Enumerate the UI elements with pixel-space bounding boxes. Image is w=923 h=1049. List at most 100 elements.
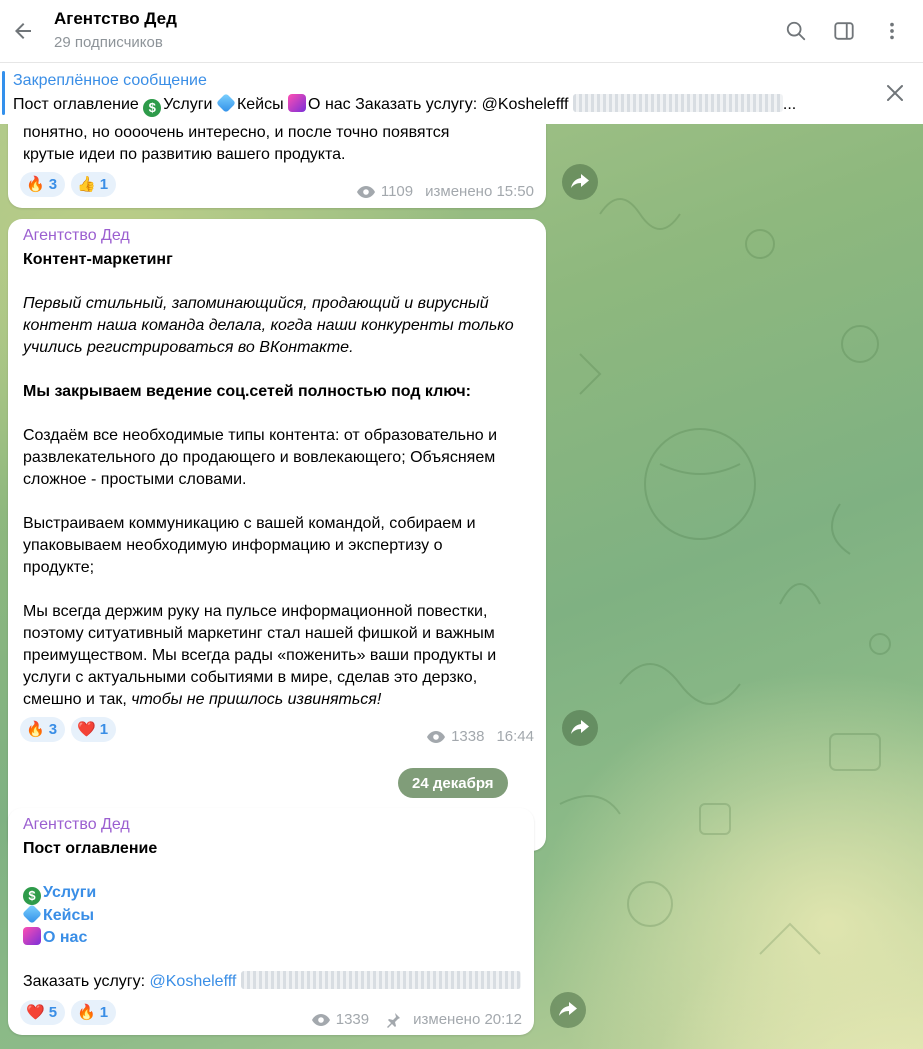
- text-fragment: смешно и так,: [23, 691, 127, 708]
- pinned-message[interactable]: Закреплённое сообщение Пост оглавление $…: [0, 62, 923, 124]
- reaction-thumbs-up[interactable]: 👍 1: [71, 172, 117, 197]
- view-count: 1338: [451, 728, 485, 745]
- message-meta: 1338 16:44: [427, 728, 534, 745]
- reactions: ❤️ 5 🔥 1: [20, 1000, 117, 1025]
- link-services[interactable]: Услуги: [43, 884, 96, 901]
- reaction-fire[interactable]: 🔥 3: [20, 172, 66, 197]
- link-cases[interactable]: Кейсы: [43, 907, 94, 924]
- order-label: Заказать услугу:: [23, 973, 146, 990]
- message-bubble[interactable]: Агентство Дед Контент-маркетинг Первый с…: [8, 219, 546, 851]
- money-bag-icon: $: [143, 99, 162, 117]
- text-line: преимуществом. Мы всегда рады «поженить»…: [23, 647, 497, 664]
- view-count: 1109: [380, 183, 414, 200]
- reaction-fire[interactable]: 🔥 3: [20, 717, 66, 742]
- forward-button[interactable]: [550, 992, 586, 1028]
- pinned-close-button[interactable]: [883, 81, 907, 105]
- text-line: контент наша команда делала, когда наши …: [23, 317, 514, 334]
- message-time: 16:44: [496, 728, 534, 745]
- text-line: Мы закрываем ведение соц.сетей полностью…: [23, 383, 471, 400]
- text-line: учились регистрироваться во ВКонтакте.: [23, 339, 354, 356]
- order-handle[interactable]: @Koshelefff: [150, 973, 237, 990]
- heart-icon: ❤️: [77, 721, 96, 738]
- pinned-ellipsis: ...: [782, 96, 797, 113]
- date-separator: 24 декабря: [398, 768, 508, 798]
- text-line: крутые идеи по развитию вашего продукта.: [23, 146, 346, 163]
- chat-area[interactable]: понятно, но оооочень интересно, и после …: [0, 124, 923, 1049]
- book-icon: [23, 927, 41, 945]
- reaction-count: 1: [99, 176, 109, 193]
- view-count: 1339: [335, 1011, 370, 1028]
- eye-icon: [427, 730, 446, 743]
- sender-name: Агентство Дед: [23, 816, 130, 833]
- message-text: Пост оглавление $ Услуги Кейсы О нас Зака…: [22, 838, 521, 993]
- message-text: Контент-маркетинг Первый стильный, запом…: [23, 249, 514, 711]
- spoiler[interactable]: [240, 971, 521, 989]
- reaction-count: 3: [48, 176, 58, 193]
- forward-button[interactable]: [562, 710, 598, 746]
- message-text: понятно, но оооочень интересно, и после …: [23, 124, 449, 166]
- eye-icon: [356, 185, 375, 198]
- text-line: Создаём все необходимые типы контента: о…: [23, 427, 498, 444]
- forward-button[interactable]: [562, 164, 598, 200]
- fire-icon: 🔥: [26, 721, 45, 738]
- pinned-order: Заказать услугу: @Koshelefff: [355, 96, 569, 113]
- thumbs-up-icon: 👍: [77, 176, 96, 193]
- edited-time: изменено 20:12: [413, 1011, 522, 1028]
- heart-icon: ❤️: [26, 1004, 45, 1021]
- money-bag-icon: $: [23, 887, 41, 905]
- text-line: упаковываем необходимую информацию и экс…: [23, 537, 443, 554]
- forward-icon: [571, 720, 589, 734]
- text-fragment-italic: чтобы не пришлось извиняться!: [131, 691, 382, 708]
- message-heading: Пост оглавление: [23, 840, 158, 857]
- more-vertical-icon: [890, 22, 894, 40]
- text-line: продукте;: [23, 559, 95, 576]
- text-line: услуги с актуальными событиями в мире, с…: [23, 669, 478, 686]
- toc-item[interactable]: Кейсы: [22, 904, 521, 927]
- text-line: понятно, но оооочень интересно, и после …: [23, 124, 450, 141]
- reaction-fire[interactable]: 🔥 1: [71, 1000, 117, 1025]
- spoiler[interactable]: [572, 94, 783, 112]
- pinned-cases: Кейсы: [236, 96, 284, 113]
- header-actions: [777, 12, 911, 50]
- diamond-icon: [216, 94, 236, 113]
- back-button[interactable]: [0, 8, 46, 54]
- reaction-count: 3: [48, 721, 58, 738]
- reactions: 🔥 3 👍 1: [20, 172, 117, 197]
- fire-icon: 🔥: [26, 176, 45, 193]
- subscriber-count: 29 подписчиков: [54, 34, 163, 51]
- eye-icon: [311, 1013, 330, 1026]
- message-meta: 1109 изменено 15:50: [356, 183, 534, 200]
- pinned-about: О нас: [308, 96, 351, 113]
- forward-icon: [559, 1002, 577, 1016]
- reaction-count: 1: [99, 1004, 109, 1021]
- toc-item[interactable]: $ Услуги: [23, 882, 521, 905]
- sender-name: Агентство Дед: [23, 227, 130, 244]
- reaction-count: 1: [99, 721, 109, 738]
- arrow-left-icon: [15, 23, 31, 39]
- message-bubble[interactable]: понятно, но оооочень интересно, и после …: [8, 124, 546, 208]
- more-button[interactable]: [873, 12, 911, 50]
- pinned-prefix: Пост оглавление: [13, 96, 139, 113]
- chat-info[interactable]: Агентство Дед 29 подписчиков: [54, 9, 177, 53]
- toc-item[interactable]: О нас: [23, 927, 521, 949]
- text-line: Выстраиваем коммуникацию с вашей командо…: [23, 515, 476, 532]
- side-panel-button[interactable]: [825, 12, 863, 50]
- pinned-title: Закреплённое сообщение: [13, 72, 207, 89]
- edited-time: изменено 15:50: [425, 183, 534, 200]
- reaction-count: 5: [48, 1004, 58, 1021]
- pinned-text: Пост оглавление $ Услуги Кейсы О нас Зака…: [13, 94, 863, 117]
- pinned-indicator: [2, 71, 5, 115]
- reaction-heart[interactable]: ❤️ 5: [20, 1000, 66, 1025]
- diamond-icon: [22, 904, 42, 924]
- book-icon: [288, 94, 307, 112]
- link-about[interactable]: О нас: [43, 929, 87, 946]
- search-icon: [786, 21, 806, 41]
- close-icon: [887, 85, 903, 101]
- message-heading: Контент-маркетинг: [23, 251, 173, 268]
- text-line: смешно и так, чтобы не пришлось извинять…: [23, 689, 514, 711]
- search-button[interactable]: [777, 12, 815, 50]
- reaction-heart[interactable]: ❤️ 1: [71, 717, 117, 742]
- text-line: Мы всегда держим руку на пульсе информац…: [23, 603, 488, 620]
- message-bubble[interactable]: Агентство Дед Пост оглавление $ Услуги Ке…: [8, 808, 534, 1035]
- forward-icon: [571, 174, 589, 188]
